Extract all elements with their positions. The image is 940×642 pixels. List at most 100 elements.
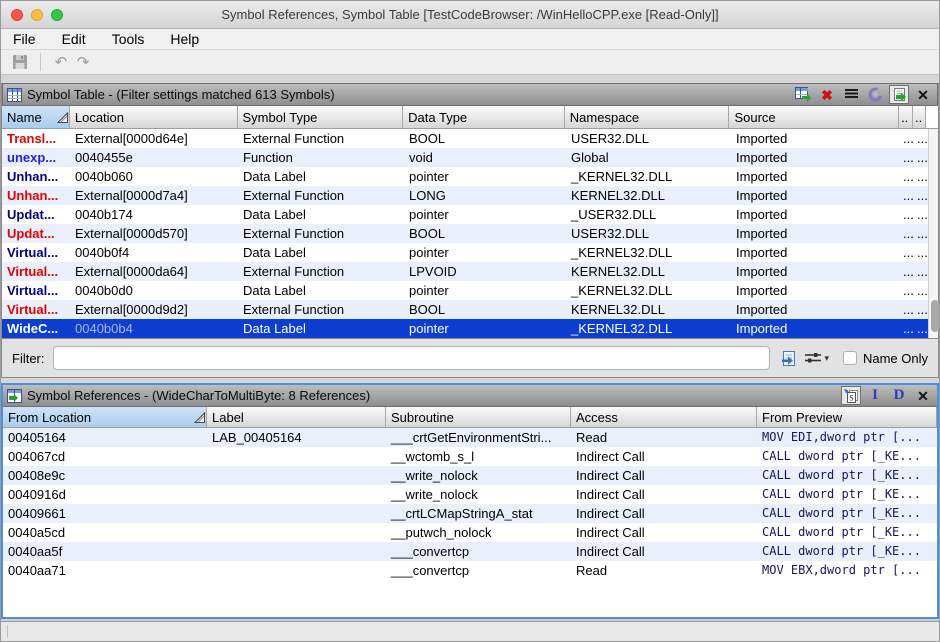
symbol-table-row[interactable]: Virtual... 0040b0f4 Data Label pointer _… xyxy=(2,243,928,262)
symbol-table-row[interactable]: Transl... External[0000d64e] External Fu… xyxy=(2,129,928,148)
cell-name: Virtual... xyxy=(2,262,70,281)
menu-lines-button[interactable] xyxy=(841,85,861,104)
filter-options-button[interactable]: ▾ xyxy=(805,351,829,365)
symbol-reference-row[interactable]: 0040916d __write_nolock Indirect Call CA… xyxy=(3,485,937,504)
cell-location: External[0000d64e] xyxy=(70,129,238,148)
data-references-button[interactable]: D xyxy=(889,386,909,405)
close-icon: ✕ xyxy=(917,389,929,403)
symbol-table-row[interactable]: Updat... 0040b174 Data Label pointer _US… xyxy=(2,205,928,224)
column-header-name[interactable]: Name xyxy=(2,106,70,128)
cell-source: Imported xyxy=(731,186,901,205)
cell-symbol-type: Data Label xyxy=(238,205,404,224)
cell-access: Read xyxy=(571,428,757,447)
symbol-reference-row[interactable]: 00408e9c __write_nolock Indirect Call CA… xyxy=(3,466,937,485)
symbol-table-row[interactable]: Virtual... 0040b0d0 Data Label pointer _… xyxy=(2,281,928,300)
cell-from-location: 0040aa5f xyxy=(3,542,207,561)
symbol-references-header[interactable]: Symbol References - (WideCharToMultiByte… xyxy=(3,385,937,407)
symbol-reference-row[interactable]: 00409661 __crtLCMapStringA_stat Indirect… xyxy=(3,504,937,523)
vertical-scrollbar[interactable] xyxy=(928,129,938,338)
cell-source: Imported xyxy=(731,148,901,167)
main-toolbar: ↶ ↷ xyxy=(1,50,939,75)
menu-tools[interactable]: Tools xyxy=(112,31,145,47)
name-only-checkbox[interactable] xyxy=(843,351,857,365)
menu-edit[interactable]: Edit xyxy=(62,31,86,47)
cell-from-location: 00409661 xyxy=(3,504,207,523)
cell-overflow-1: ... xyxy=(901,224,915,243)
column-header-symbol-type[interactable]: Symbol Type xyxy=(238,106,404,128)
cell-overflow-2: ... xyxy=(915,243,928,262)
symbol-table-row[interactable]: Virtual... External[0000d9d2] External F… xyxy=(2,300,928,319)
menu-file[interactable]: File xyxy=(13,31,36,47)
symbol-table-row[interactable]: Updat... External[0000d570] External Fun… xyxy=(2,224,928,243)
instruction-references-button[interactable]: I xyxy=(865,386,885,405)
column-header-location[interactable]: Location xyxy=(70,106,238,128)
menu-help[interactable]: Help xyxy=(170,31,199,47)
cell-source: Imported xyxy=(731,281,901,300)
column-header-access[interactable]: Access xyxy=(571,407,757,427)
symbol-table-row[interactable]: WideC... 0040b0b4 Data Label pointer _KE… xyxy=(2,319,928,338)
cell-from-preview: CALL dword ptr [_KE... xyxy=(757,447,937,466)
column-header-namespace[interactable]: Namespace xyxy=(565,106,730,128)
symbol-table-panel: Symbol Table - (Filter settings matched … xyxy=(1,83,939,339)
symbol-reference-row[interactable]: 0040aa71 ___convertcp Read MOV EBX,dword… xyxy=(3,561,937,580)
cell-location: 0040b0f4 xyxy=(70,243,238,262)
make-selection-button[interactable] xyxy=(793,85,813,104)
symbol-reference-row[interactable]: 0040a5cd __putwch_nolock Indirect Call C… xyxy=(3,523,937,542)
column-header-label[interactable]: Label xyxy=(207,407,386,427)
cell-overflow-1: ... xyxy=(901,205,915,224)
cell-label xyxy=(207,542,386,561)
symbol-table-row[interactable]: Unhan... External[0000d7a4] External Fun… xyxy=(2,186,928,205)
undo-button[interactable]: ↶ xyxy=(50,52,72,72)
save-icon xyxy=(12,54,28,70)
column-header-overflow-1[interactable]: .. xyxy=(899,106,913,128)
cell-data-type: LPVOID xyxy=(404,262,566,281)
cell-label xyxy=(207,523,386,542)
cell-location: 0040455e xyxy=(70,148,238,167)
cell-source: Imported xyxy=(731,129,901,148)
cell-location: 0040b060 xyxy=(70,167,238,186)
symbol-table-row[interactable]: Virtual... External[0000da64] External F… xyxy=(2,262,928,281)
column-header-source[interactable]: Source xyxy=(729,106,899,128)
symbol-table-header[interactable]: Symbol Table - (Filter settings matched … xyxy=(2,83,938,106)
cell-symbol-type: External Function xyxy=(238,129,404,148)
symbol-reference-row[interactable]: 00405164 LAB_00405164 ___crtGetEnvironme… xyxy=(3,428,937,447)
filter-icons: ▾ xyxy=(780,350,829,367)
cell-subroutine: __putwch_nolock xyxy=(386,523,571,542)
column-header-overflow-2[interactable]: .. xyxy=(913,106,926,128)
cell-from-preview: CALL dword ptr [_KE... xyxy=(757,542,937,561)
cell-access: Read xyxy=(571,561,757,580)
snapshot-toggle-button[interactable] xyxy=(889,85,909,104)
symbol-table-row[interactable]: Unhan... 0040b060 Data Label pointer _KE… xyxy=(2,167,928,186)
cell-overflow-1: ... xyxy=(901,243,915,262)
cell-overflow-1: ... xyxy=(901,300,915,319)
symbol-references-icon xyxy=(7,389,22,403)
filter-config-button[interactable] xyxy=(865,85,885,104)
redo-button[interactable]: ↷ xyxy=(72,52,94,72)
symbol-references-close-button[interactable]: ✕ xyxy=(913,386,933,405)
column-header-from-preview[interactable]: From Preview xyxy=(757,407,937,427)
column-header-subroutine[interactable]: Subroutine xyxy=(386,407,571,427)
cell-from-preview: CALL dword ptr [_KE... xyxy=(757,504,937,523)
symbol-reference-row[interactable]: 0040aa5f ___convertcp Indirect Call CALL… xyxy=(3,542,937,561)
redo-icon: ↷ xyxy=(77,55,90,70)
save-button[interactable] xyxy=(9,52,31,72)
column-header-data-type[interactable]: Data Type xyxy=(403,106,565,128)
scrollbar-thumb[interactable] xyxy=(931,300,939,332)
follow-selection-button[interactable]: S xyxy=(841,386,861,405)
delete-button[interactable]: ✖ xyxy=(817,85,837,104)
cell-access: Indirect Call xyxy=(571,504,757,523)
cell-access: Indirect Call xyxy=(571,523,757,542)
column-filter-button[interactable] xyxy=(780,350,797,367)
cell-from-location: 0040aa71 xyxy=(3,561,207,580)
sort-ascending-icon xyxy=(56,111,69,124)
cell-data-type: LONG xyxy=(404,186,566,205)
filter-input[interactable] xyxy=(53,346,771,370)
symbol-reference-row[interactable]: 004067cd __wctomb_s_l Indirect Call CALL… xyxy=(3,447,937,466)
symbol-table-row[interactable]: unexp... 0040455e Function void Global I… xyxy=(2,148,928,167)
column-header-from-location[interactable]: From Location xyxy=(3,407,207,427)
cell-from-preview: MOV EDI,dword ptr [... xyxy=(757,428,937,447)
cell-data-type: pointer xyxy=(404,243,566,262)
symbol-table-close-button[interactable]: ✕ xyxy=(913,85,933,104)
cell-from-preview: CALL dword ptr [_KE... xyxy=(757,466,937,485)
symbol-table-icon xyxy=(7,88,22,102)
